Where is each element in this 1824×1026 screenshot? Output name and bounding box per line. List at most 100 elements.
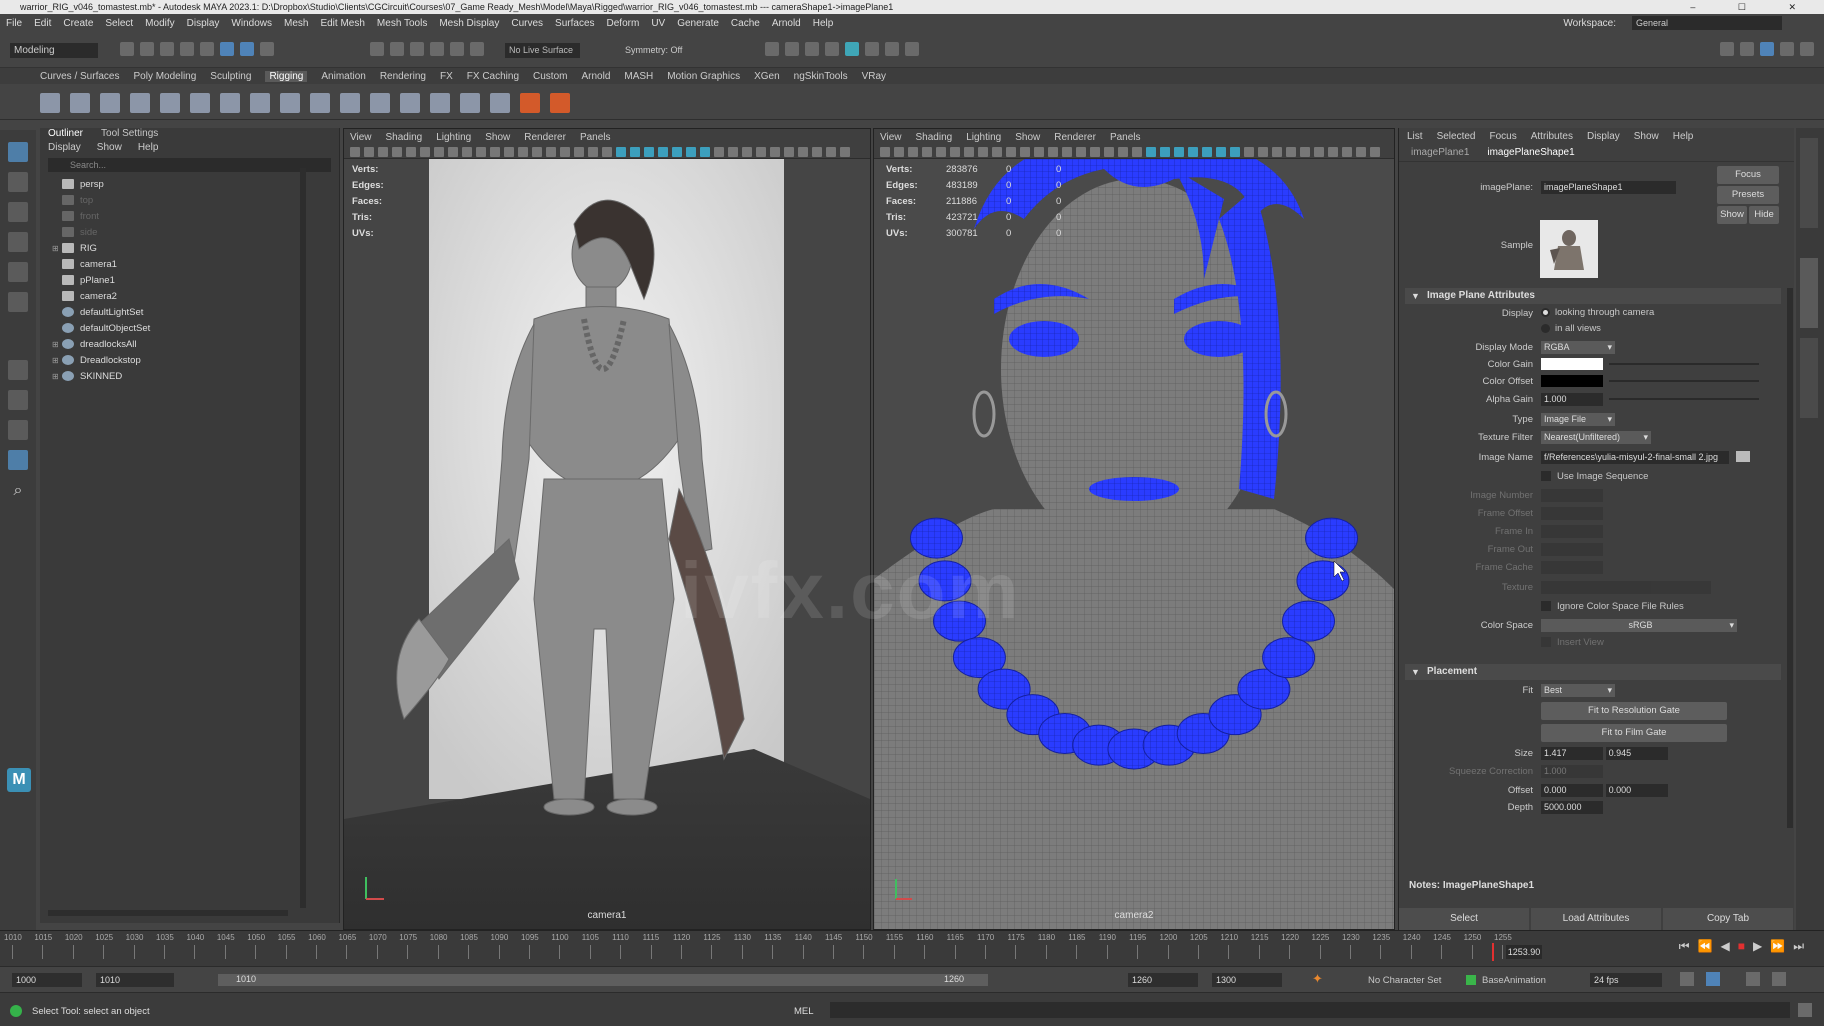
folder-icon[interactable] bbox=[1735, 451, 1750, 462]
viewport-tool-icon[interactable] bbox=[504, 146, 514, 157]
imageplane-name-field[interactable]: imagePlaneShape1 bbox=[1541, 181, 1676, 194]
select-object-icon[interactable] bbox=[240, 42, 254, 56]
size-y-field[interactable]: 0.945 bbox=[1605, 747, 1668, 760]
orient-constraint-icon[interactable] bbox=[430, 93, 450, 113]
viewport-tool-icon[interactable] bbox=[894, 146, 904, 157]
shelf-tab-fx-caching[interactable]: FX Caching bbox=[467, 71, 519, 82]
anim-layer-dropdown[interactable]: BaseAnimation bbox=[1482, 975, 1546, 986]
menu-generate[interactable]: Generate bbox=[677, 18, 719, 29]
viewport-tool-icon[interactable] bbox=[602, 146, 612, 157]
tab-imageplane1[interactable]: imagePlane1 bbox=[1411, 147, 1469, 158]
bind-skin-icon[interactable] bbox=[340, 93, 360, 113]
expand-toggle[interactable]: ⊞ bbox=[52, 340, 62, 349]
focus-button[interactable]: Focus bbox=[1717, 166, 1779, 184]
lattice-icon[interactable] bbox=[220, 93, 240, 113]
viewport-camera1[interactable]: View Shading Lighting Show Renderer Panels bbox=[343, 128, 871, 930]
outliner-menu-help[interactable]: Help bbox=[138, 142, 159, 153]
cluster-icon[interactable] bbox=[250, 93, 270, 113]
viewport-tool-icon[interactable] bbox=[964, 146, 974, 157]
window-controls[interactable]: – ☐ ✕ bbox=[1690, 0, 1816, 14]
outliner-item[interactable]: front bbox=[52, 208, 339, 224]
open-scene-icon[interactable] bbox=[140, 42, 154, 56]
viewport-tool-icon[interactable] bbox=[462, 146, 472, 157]
attribute-editor-icon[interactable] bbox=[1760, 42, 1774, 56]
outliner-item[interactable]: ⊞ Dreadlockstop bbox=[52, 352, 339, 368]
shelf-tab-xgen[interactable]: XGen bbox=[754, 71, 780, 82]
attr-menu-help[interactable]: Help bbox=[1673, 131, 1694, 142]
viewport-tool-icon[interactable] bbox=[1356, 146, 1366, 157]
menu-modify[interactable]: Modify bbox=[145, 18, 174, 29]
menu-curves[interactable]: Curves bbox=[511, 18, 543, 29]
viewport-tool-icon[interactable] bbox=[1160, 146, 1170, 157]
shelf-tab-custom[interactable]: Custom bbox=[533, 71, 567, 82]
outliner-item[interactable]: persp bbox=[52, 176, 339, 192]
viewport-menu-panels[interactable]: Panels bbox=[1110, 132, 1141, 143]
color-gain-swatch[interactable] bbox=[1541, 358, 1603, 370]
radio-in-all-views[interactable] bbox=[1541, 323, 1550, 333]
outliner-item[interactable]: top bbox=[52, 192, 339, 208]
viewport-tool-icon[interactable] bbox=[840, 146, 850, 157]
shelf-tab-sculpting[interactable]: Sculpting bbox=[210, 71, 251, 82]
menu-windows[interactable]: Windows bbox=[231, 18, 272, 29]
viewport-tool-icon[interactable] bbox=[672, 146, 682, 157]
viewport-tool-icon[interactable] bbox=[518, 146, 528, 157]
color-space-dropdown[interactable]: sRGB bbox=[1541, 619, 1737, 632]
viewport-tool-icon[interactable] bbox=[1188, 146, 1198, 157]
outliner-item[interactable]: ⊞ RIG bbox=[52, 240, 339, 256]
viewport-tool-icon[interactable] bbox=[546, 146, 556, 157]
humanik-icon[interactable] bbox=[160, 93, 180, 113]
menu-arnold[interactable]: Arnold bbox=[772, 18, 801, 29]
viewport-tool-icon[interactable] bbox=[532, 146, 542, 157]
select-hierarchy-icon[interactable] bbox=[220, 42, 234, 56]
viewport-tool-icon[interactable] bbox=[1006, 146, 1016, 157]
offset-y-field[interactable]: 0.000 bbox=[1605, 784, 1668, 797]
viewport-tool-icon[interactable] bbox=[1076, 146, 1086, 157]
shelf-tab-ngskintools[interactable]: ngSkinTools bbox=[794, 71, 848, 82]
viewport-tool-icon[interactable] bbox=[1244, 146, 1254, 157]
viewport-tool-icon[interactable] bbox=[728, 146, 738, 157]
attr-menu-list[interactable]: List bbox=[1407, 131, 1423, 142]
load-attributes-button[interactable]: Load Attributes bbox=[1531, 908, 1661, 930]
viewport-tool-icon[interactable] bbox=[1370, 146, 1380, 157]
viewport-tool-icon[interactable] bbox=[1132, 146, 1142, 157]
viewport-menu-show[interactable]: Show bbox=[1015, 132, 1040, 143]
display-mode-dropdown[interactable]: RGBA bbox=[1541, 341, 1615, 354]
ipr-icon[interactable] bbox=[805, 42, 819, 56]
move-tool-icon[interactable] bbox=[8, 232, 28, 252]
menu-help[interactable]: Help bbox=[813, 18, 834, 29]
current-time-marker[interactable] bbox=[1492, 943, 1494, 961]
outliner-item[interactable]: camera1 bbox=[52, 256, 339, 272]
image-name-field[interactable]: f/References\yulia-misyul-2-final-small … bbox=[1541, 451, 1729, 464]
snap-grid-icon[interactable] bbox=[370, 42, 384, 56]
viewport-tool-icon[interactable] bbox=[1104, 146, 1114, 157]
fit-to-resolution-gate-button[interactable]: Fit to Resolution Gate bbox=[1541, 702, 1727, 720]
viewport-tool-icon[interactable] bbox=[616, 146, 626, 157]
search-icon[interactable]: ⌕ bbox=[8, 482, 28, 502]
joint-tool-icon[interactable] bbox=[40, 93, 60, 113]
render-settings-icon[interactable] bbox=[825, 42, 839, 56]
viewport-tool-icon[interactable] bbox=[908, 146, 918, 157]
point-constraint-icon[interactable] bbox=[400, 93, 420, 113]
character-controls-icon[interactable] bbox=[1740, 42, 1754, 56]
snap-view-icon[interactable] bbox=[430, 42, 444, 56]
tab-tool-settings[interactable]: Tool Settings bbox=[101, 128, 158, 140]
viewport-tool-icon[interactable] bbox=[714, 146, 724, 157]
texture-filter-dropdown[interactable]: Nearest(Unfiltered) bbox=[1541, 431, 1651, 444]
menu-cache[interactable]: Cache bbox=[731, 18, 760, 29]
outliner-item[interactable]: ⊞ dreadlocksAll bbox=[52, 336, 339, 352]
viewport-tool-icon[interactable] bbox=[644, 146, 654, 157]
play-forward-icon[interactable]: ▶ bbox=[1753, 939, 1762, 954]
viewport-tool-icon[interactable] bbox=[658, 146, 668, 157]
tab-imageplaneshape1[interactable]: imagePlaneShape1 bbox=[1487, 147, 1574, 158]
shelf-tab-vray[interactable]: VRay bbox=[862, 71, 886, 82]
expand-toggle[interactable]: ⊞ bbox=[52, 356, 62, 365]
arnold-ipr-icon[interactable] bbox=[885, 42, 899, 56]
new-scene-icon[interactable] bbox=[120, 42, 134, 56]
viewport-menu-shading[interactable]: Shading bbox=[386, 132, 423, 143]
viewport-tool-icon[interactable] bbox=[1342, 146, 1352, 157]
speaker-icon[interactable] bbox=[1746, 972, 1760, 986]
animation-start-field[interactable]: 1000 bbox=[12, 973, 82, 987]
shelf-tab-animation[interactable]: Animation bbox=[321, 71, 365, 82]
stop-icon[interactable]: ■ bbox=[1738, 939, 1745, 954]
radio-looking-through-camera[interactable] bbox=[1541, 307, 1550, 317]
